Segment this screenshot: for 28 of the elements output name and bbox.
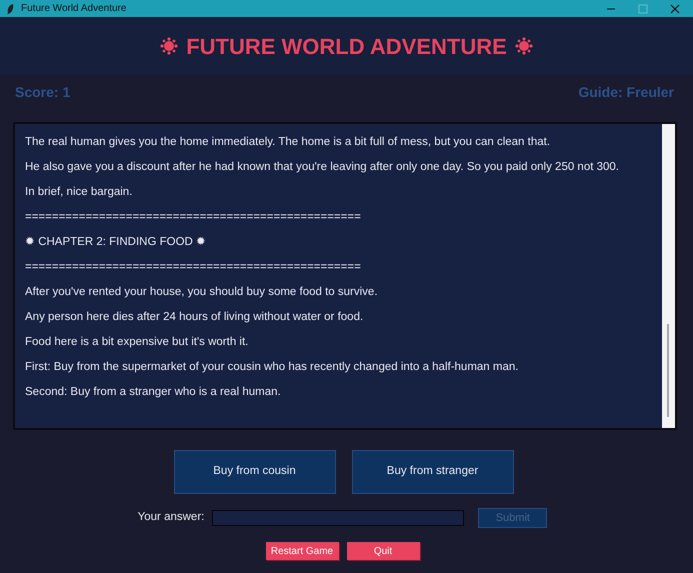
quit-button[interactable]: Quit	[346, 542, 420, 560]
story-text: The real human gives you the home immediately. The home is a bit full of mess, but you can clean that.	[25, 135, 552, 150]
close-icon[interactable]	[670, 4, 680, 14]
answer-field[interactable]	[212, 510, 464, 526]
story-text: In brief, nice bargain.	[25, 185, 134, 200]
story-text: ==================================================	[25, 260, 362, 275]
splat-icon	[514, 37, 533, 55]
story-text: He also gave you a discount after he had known that you're leaving after only one day. So you paid only 250 not 300.	[25, 160, 620, 175]
choice-button[interactable]: Buy from cousin	[174, 450, 336, 494]
story-text: After you've rented your house, you should buy some food to survive.	[25, 285, 379, 300]
guide-label: Guide: Freuler	[578, 83, 674, 102]
story-text: Any person here dies after 24 hours of living without water or food.	[25, 310, 364, 325]
score-label: Score: 1	[15, 83, 70, 102]
feather-icon	[5, 2, 15, 14]
story-text: Food here is a bit expensive but it's worth it.	[25, 335, 250, 350]
app-title: FUTURE WORLD ADVENTURE	[186, 32, 507, 60]
maximize-icon[interactable]	[638, 4, 648, 14]
splat-icon	[160, 37, 178, 55]
story-text: First: Buy from the supermarket of your cousin who has recently changed into a half-human man.	[25, 360, 520, 375]
answer-label: Your answer:	[138, 510, 204, 526]
story-text: ✹ CHAPTER 2: FINDING FOOD ✹	[25, 235, 208, 250]
scrollbar-thumb[interactable]	[667, 324, 669, 417]
restart-button[interactable]: Restart Game	[266, 542, 338, 560]
story-text: ==================================================	[25, 210, 362, 225]
choice-button[interactable]: Buy from stranger	[352, 450, 514, 494]
window-title: Future World Adventure	[21, 2, 126, 16]
scrollbar[interactable]	[662, 124, 675, 428]
story-text: Second: Buy from a stranger who is a real human.	[25, 385, 282, 400]
